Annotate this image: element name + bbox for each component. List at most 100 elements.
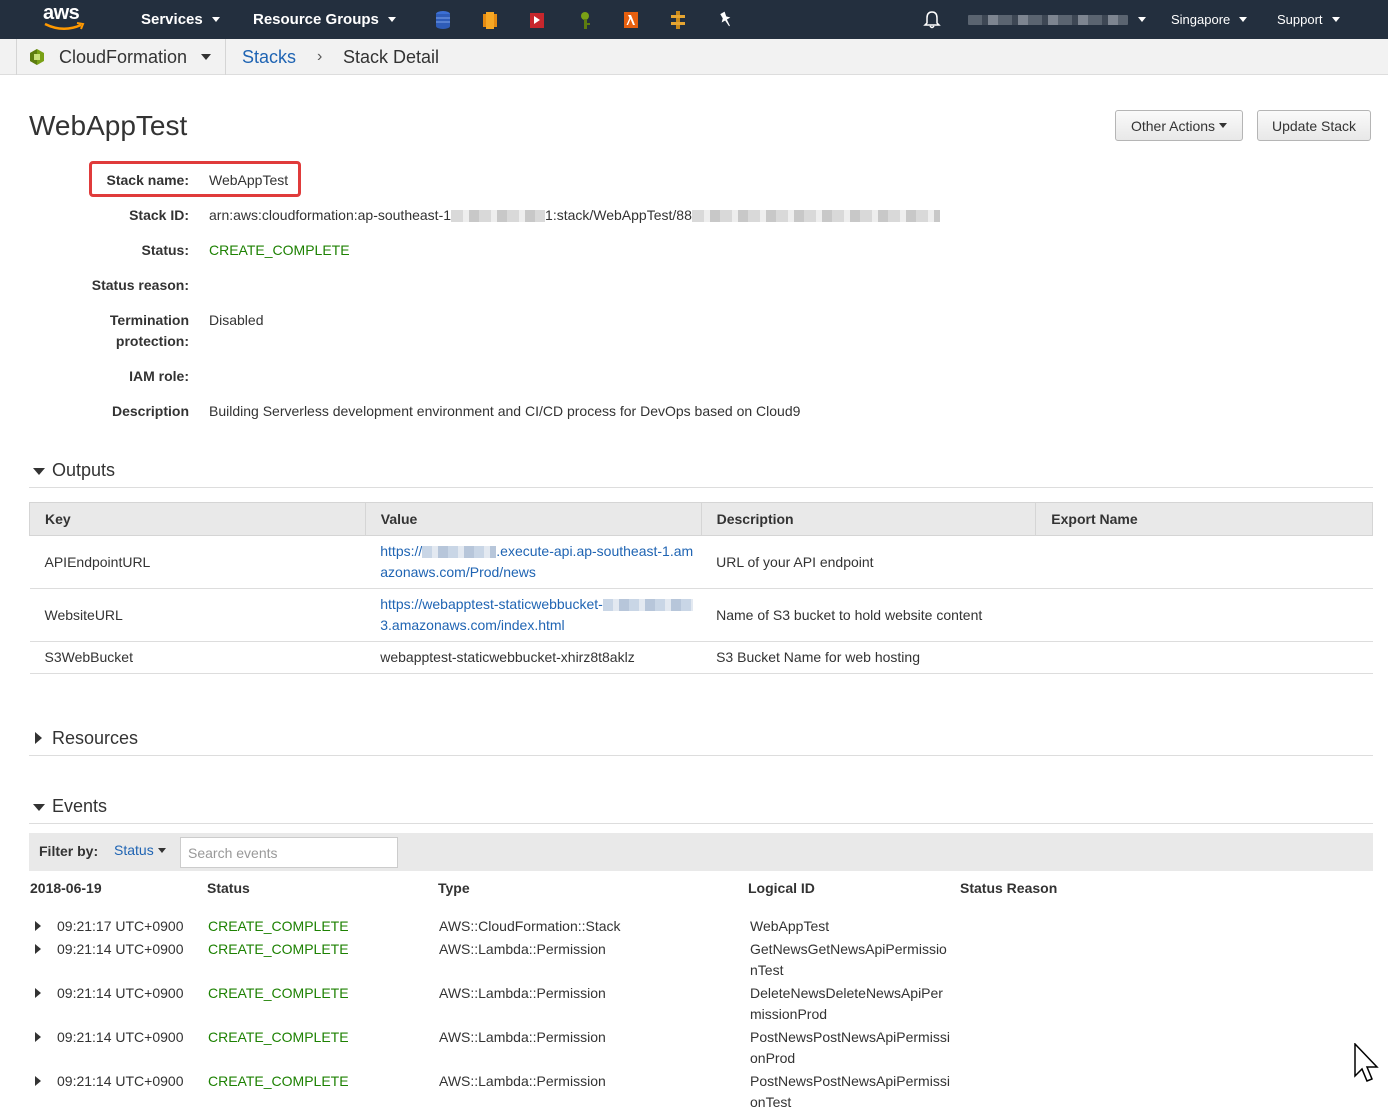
event-status: CREATE_COMPLETE (208, 1073, 349, 1089)
api-gateway-icon[interactable] (669, 10, 687, 30)
expand-caret-icon[interactable] (35, 921, 41, 931)
events-section-toggle[interactable]: Events (29, 796, 1373, 824)
bell-icon[interactable] (923, 10, 941, 30)
service-name: CloudFormation (59, 46, 188, 67)
outputs-header-row: Key Value Description Export Name (29, 502, 1373, 536)
redacted-api-id (422, 546, 497, 559)
event-time: 09:21:17 UTC+0900 (57, 918, 184, 934)
resources-section-toggle[interactable]: Resources (29, 728, 1373, 756)
status-label: Status: (141, 242, 189, 258)
events-status-reason-header: Status Reason (960, 880, 1058, 896)
expand-caret-icon[interactable] (35, 944, 41, 954)
events-filter-bar: Filter by: Status (29, 833, 1373, 871)
aws-logo-text: aws (43, 2, 80, 24)
stack-id-label: Stack ID: (129, 207, 189, 223)
caret-down-icon (1219, 123, 1228, 128)
table-row: WebsiteURL https://webapptest-staticwebb… (29, 588, 1373, 642)
outputs-section-toggle[interactable]: Outputs (29, 460, 1373, 488)
breadcrumb-current: Stack Detail (343, 46, 440, 67)
event-type: AWS::CloudFormation::Stack (439, 918, 621, 934)
chevron-down-icon (211, 17, 220, 22)
support-label: Support (1277, 12, 1323, 27)
event-time: 09:21:14 UTC+0900 (57, 1029, 184, 1045)
cloudtrail-icon[interactable] (528, 10, 546, 30)
column-header-key[interactable]: Key (29, 502, 366, 536)
other-actions-button[interactable]: Other Actions (1115, 110, 1243, 141)
services-menu[interactable]: Services (141, 0, 220, 39)
pin-icon[interactable] (717, 10, 735, 30)
output-value-link[interactable]: https://webapptest-staticwebbucket- 3.ama… (365, 588, 702, 642)
event-type: AWS::Lambda::Permission (439, 1073, 606, 1089)
output-export (1035, 535, 1373, 589)
termination-protection-label: Termination protection: (0, 310, 189, 352)
breadcrumb-stacks-link[interactable]: Stacks (242, 39, 296, 75)
link-part: 3.amazonaws.com/index.html (380, 617, 565, 633)
event-time: 09:21:14 UTC+0900 (57, 985, 184, 1001)
expand-caret-icon[interactable] (35, 1076, 41, 1086)
output-key: WebsiteURL (29, 588, 366, 642)
resource-groups-menu[interactable]: Resource Groups (253, 0, 396, 39)
outputs-section-label: Outputs (52, 460, 116, 480)
filter-label: Filter by: (39, 843, 99, 859)
service-switcher[interactable]: CloudFormation (16, 39, 226, 75)
ec2-icon[interactable] (481, 10, 499, 30)
caret-down-icon (33, 468, 45, 475)
event-logical-id: DeleteNewsDeleteNewsApiPermissionProd (750, 985, 943, 1022)
mouse-cursor-icon (1354, 1043, 1379, 1082)
update-stack-label: Update Stack (1271, 117, 1357, 134)
iam-key-icon[interactable] (576, 10, 594, 30)
column-header-description[interactable]: Description (700, 502, 1037, 536)
stack-id-value: arn:aws:cloudformation:ap-southeast-1 1:s… (209, 205, 940, 226)
aws-logo[interactable]: aws (43, 2, 87, 34)
stack-id-mid: 1:stack/WebAppTest/88 (545, 207, 692, 223)
redacted-bucket-suffix (602, 599, 693, 612)
output-value-link[interactable]: https:// .execute-api.ap-southeast-1.am az… (365, 535, 702, 589)
breadcrumb: CloudFormation Stacks › Stack Detail (0, 39, 1388, 75)
link-part: https://webapptest-staticwebbucket- (380, 596, 603, 612)
events-status-header: Status (207, 880, 250, 896)
chevron-down-icon (1138, 17, 1146, 22)
stack-name-value: WebAppTest (209, 172, 289, 188)
support-menu[interactable]: Support (1277, 0, 1340, 39)
event-status: CREATE_COMPLETE (208, 1029, 349, 1045)
description-value: Building Serverless development environm… (209, 403, 801, 419)
dynamodb-icon[interactable] (434, 10, 452, 30)
chevron-down-icon (1239, 17, 1248, 22)
output-description: S3 Bucket Name for web hosting (701, 641, 1036, 674)
region-label: Singapore (1171, 12, 1231, 27)
chevron-down-icon (387, 17, 396, 22)
caret-down-icon (33, 804, 45, 811)
outputs-table: Key Value Description Export Name APIEnd… (29, 502, 1373, 674)
account-menu[interactable] (968, 0, 1146, 39)
update-stack-button[interactable]: Update Stack (1257, 110, 1371, 141)
chevron-down-icon (1331, 17, 1340, 22)
lambda-icon[interactable] (622, 10, 640, 30)
output-export (1035, 588, 1373, 642)
events-section-label: Events (52, 796, 108, 816)
termination-label-line2: protection: (115, 333, 189, 349)
event-logical-id: GetNewsGetNewsApiPermissionTest (750, 941, 947, 978)
output-key: APIEndpointURL (29, 535, 366, 589)
expand-caret-icon[interactable] (35, 1032, 41, 1042)
table-row: APIEndpointURL https:// .execute-api.ap-s… (29, 535, 1373, 589)
link-part: .execute-api.ap-southeast-1.am (496, 543, 694, 559)
expand-caret-icon[interactable] (35, 988, 41, 998)
top-navigation-bar: aws Services Resource Groups Singapore S… (0, 0, 1388, 39)
page-title: WebAppTest (29, 110, 188, 141)
breadcrumb-separator: › (317, 48, 323, 65)
column-header-value[interactable]: Value (364, 502, 702, 536)
filter-status-dropdown[interactable]: Status (114, 842, 166, 858)
link-part: azonaws.com/Prod/news (380, 564, 536, 580)
description-label: Description (111, 403, 189, 419)
region-menu[interactable]: Singapore (1171, 0, 1248, 39)
search-events-input[interactable] (180, 837, 398, 868)
stack-name-label: Stack name: (106, 172, 189, 188)
column-header-export-name[interactable]: Export Name (1035, 502, 1373, 536)
services-label: Services (141, 11, 203, 28)
event-logical-id: PostNewsPostNewsApiPermissionProd (750, 1029, 950, 1066)
chevron-down-icon (201, 54, 212, 60)
event-logical-id: WebAppTest (750, 918, 830, 934)
status-reason-label: Status reason: (91, 277, 189, 293)
output-key: S3WebBucket (29, 641, 366, 674)
caret-right-icon (35, 732, 42, 744)
